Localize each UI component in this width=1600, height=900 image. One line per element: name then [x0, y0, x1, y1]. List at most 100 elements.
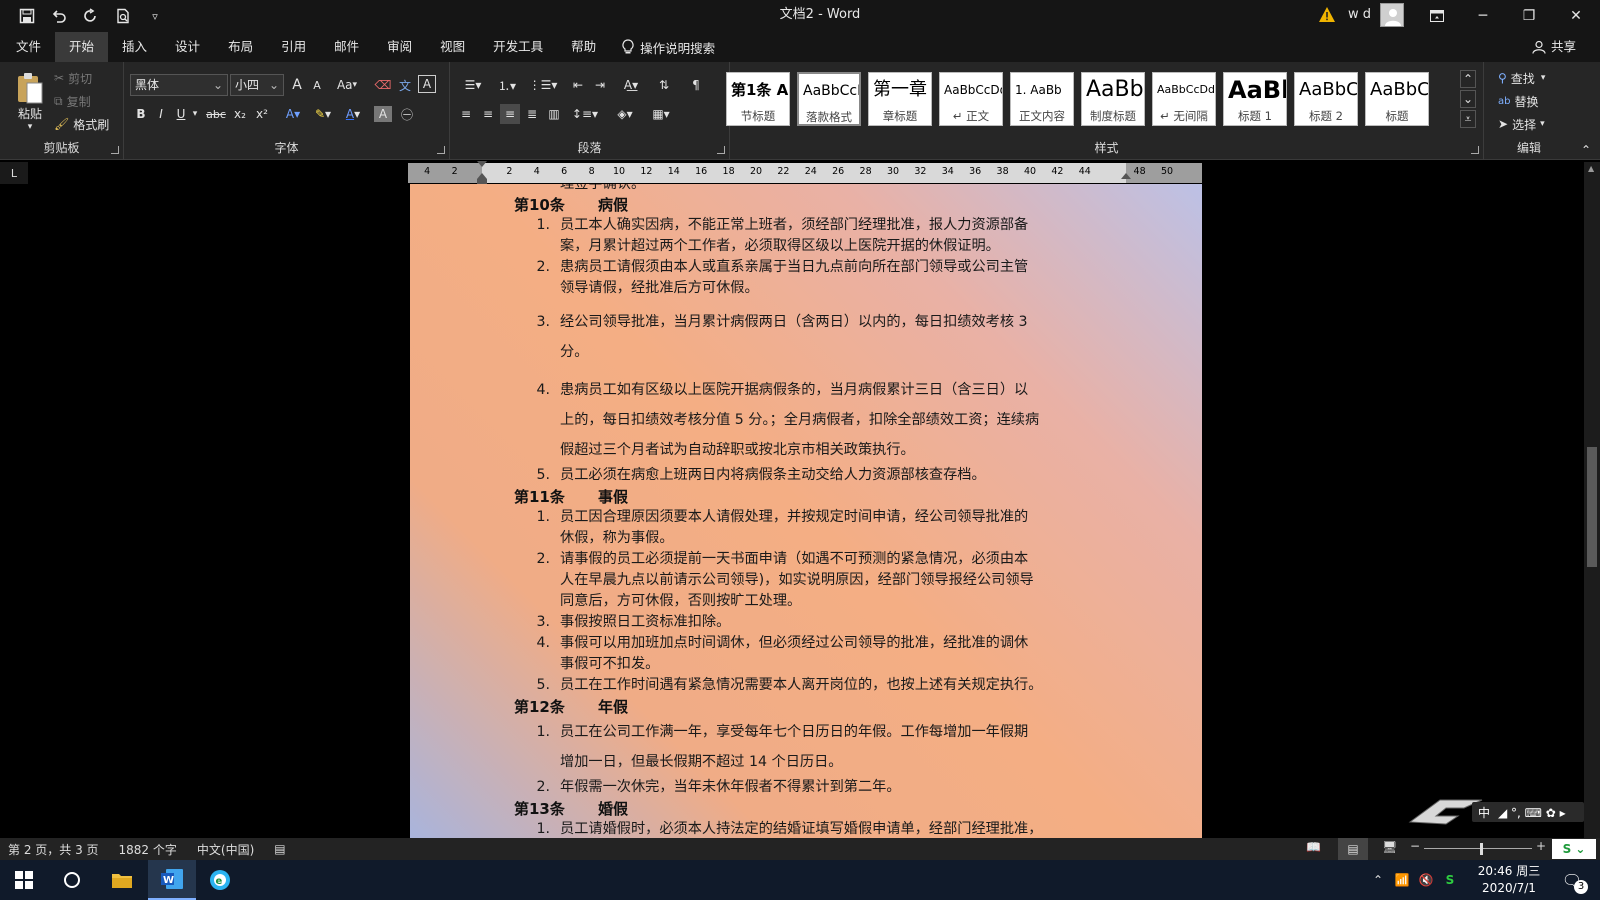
shrink-font-button[interactable]: A [308, 75, 326, 95]
style-item[interactable]: AaBl 标题 1 [1223, 72, 1287, 126]
tab-9[interactable]: 开发工具 [479, 32, 557, 62]
tell-me-search[interactable]: 操作说明搜索 [622, 38, 715, 57]
ribbon-display-options-button[interactable] [1414, 0, 1460, 32]
scroll-up-icon[interactable]: ▲ [1588, 164, 1594, 173]
subscript-button[interactable]: x₂ [230, 104, 250, 124]
clock[interactable]: 20:46 周三 2020/7/1 [1474, 863, 1544, 897]
tab-5[interactable]: 引用 [267, 32, 320, 62]
collapse-ribbon-icon[interactable]: ⌃ [1578, 140, 1594, 160]
start-button[interactable] [0, 860, 48, 900]
indent-marker-icon[interactable] [476, 161, 488, 185]
zoom-in-icon[interactable]: + [1536, 839, 1546, 853]
tab-8[interactable]: 视图 [426, 32, 479, 62]
style-item[interactable]: 1. AaBb 正文内容 [1010, 72, 1074, 126]
share-button[interactable]: 共享 [1532, 32, 1576, 62]
style-item[interactable]: 第1条 A 节标题 [726, 72, 790, 126]
tab-selector[interactable]: L [0, 162, 28, 184]
gallery-more-icon[interactable]: ⩡ [1460, 110, 1476, 128]
select-button[interactable]: ➤ 选择 ▾ [1498, 114, 1545, 134]
read-mode-icon[interactable]: 📖 [1306, 840, 1321, 854]
tab-2[interactable]: 插入 [108, 32, 161, 62]
minimize-button[interactable]: ─ [1460, 0, 1506, 32]
restore-button[interactable]: ❐ [1506, 0, 1552, 32]
redo-icon[interactable] [78, 3, 104, 29]
character-shading-icon[interactable]: A [374, 106, 392, 122]
change-case-button[interactable]: Aa ▾ [332, 75, 362, 95]
line-spacing-icon[interactable]: ↕≡▾ [570, 104, 600, 124]
clear-formatting-icon[interactable]: ⌫ [374, 75, 392, 95]
align-left-icon[interactable]: ≡ [456, 104, 476, 124]
horizontal-ruler[interactable]: 4 2 2 4 6 8 10 12 14 16 18 20 22 24 26 28 30 32 34 36 38 40 42… [408, 161, 1202, 185]
vertical-scrollbar[interactable]: ▲ [1584, 162, 1600, 838]
tray-expand-icon[interactable]: ⌃ [1366, 873, 1390, 887]
italic-button[interactable]: I [152, 104, 170, 124]
tab-7[interactable]: 审阅 [373, 32, 426, 62]
tab-4[interactable]: 布局 [214, 32, 267, 62]
style-item[interactable]: AaBbC 标题 [1365, 72, 1429, 126]
distributed-icon[interactable]: ▥ [544, 104, 564, 124]
grow-font-button[interactable]: A [288, 75, 306, 95]
print-layout-icon[interactable]: ▤ [1338, 838, 1368, 860]
copy-button[interactable]: ⧉ 复制 [54, 91, 91, 111]
styles-launcher-icon[interactable] [1471, 146, 1479, 154]
gallery-down-icon[interactable]: ⌄ [1460, 90, 1476, 108]
style-item[interactable]: 第一章 章标题 [868, 72, 932, 126]
zoom-slider[interactable] [1424, 848, 1532, 849]
decrease-indent-icon[interactable]: ⇤ [568, 75, 588, 95]
browser-taskbar-button[interactable]: e [196, 860, 244, 900]
zoom-out-icon[interactable]: − [1410, 839, 1420, 853]
search-button[interactable] [48, 860, 96, 900]
tab-6[interactable]: 邮件 [320, 32, 373, 62]
align-right-icon[interactable]: ≡ [500, 104, 520, 124]
find-button[interactable]: ⚲ 查找 ▾ [1498, 68, 1545, 88]
style-item[interactable]: AaBb 制度标题 [1081, 72, 1145, 126]
undo-icon[interactable] [46, 3, 72, 29]
save-icon[interactable] [14, 3, 40, 29]
borders-icon[interactable]: ▦▾ [646, 104, 676, 124]
warning-icon[interactable] [1318, 6, 1336, 24]
word-taskbar-button[interactable]: W [148, 860, 196, 900]
document-page[interactable]: 理签字确认。 第10条 病假 1. 员工本人确实因病，不能正常上班者，须经部门经理批准，… [410, 184, 1202, 838]
close-button[interactable]: ✕ [1552, 0, 1600, 32]
chinese-layout-icon[interactable]: A͟▾ [616, 75, 646, 95]
text-effects-icon[interactable]: A▾ [280, 104, 306, 124]
macro-record-icon[interactable]: ▤ [274, 842, 285, 856]
align-center-icon[interactable]: ≡ [478, 104, 498, 124]
shading-icon[interactable]: ◈▾ [610, 104, 640, 124]
scroll-thumb[interactable] [1587, 447, 1597, 567]
font-color-icon[interactable]: A ▾ [340, 104, 366, 124]
page-count[interactable]: 第 2 页，共 3 页 [8, 841, 99, 858]
ime-status-icon[interactable]: S ⌄ [1552, 839, 1596, 859]
strikethrough-button[interactable]: abc [204, 104, 228, 124]
style-item[interactable]: AaBbCcDd ↵ 正文 [939, 72, 1003, 126]
tab-3[interactable]: 设计 [161, 32, 214, 62]
underline-dropdown-icon[interactable]: ▾ [190, 104, 200, 124]
sort-icon[interactable]: ⇅ [654, 75, 674, 95]
user-name[interactable]: w d [1348, 0, 1371, 30]
ime-tray-icon[interactable]: S [1438, 873, 1462, 887]
character-border-icon[interactable]: A [418, 75, 436, 93]
multilevel-list-icon[interactable]: ⋮☰▾ [526, 75, 560, 95]
justify-icon[interactable]: ≣ [522, 104, 542, 124]
font-size-select[interactable]: 小四 ⌄ [230, 74, 284, 96]
increase-indent-icon[interactable]: ⇥ [590, 75, 610, 95]
font-launcher-icon[interactable] [437, 146, 445, 154]
underline-button[interactable]: U [172, 104, 190, 124]
word-count[interactable]: 1882 个字 [119, 841, 177, 858]
avatar[interactable] [1380, 3, 1404, 27]
print-preview-icon[interactable] [110, 3, 136, 29]
highlight-icon[interactable]: ✎ ▾ [310, 104, 336, 124]
cut-button[interactable]: ✂ 剪切 [54, 68, 92, 88]
gallery-up-icon[interactable]: ⌃ [1460, 70, 1476, 88]
show-marks-icon[interactable]: ¶ [686, 75, 706, 95]
volume-muted-icon[interactable]: 🔇 [1414, 873, 1438, 887]
enclose-characters-icon[interactable]: ㊀ [398, 104, 416, 124]
paste-button[interactable]: 粘贴 ▾ [10, 68, 50, 134]
font-name-select[interactable]: 黑体 ⌄ [130, 74, 228, 96]
clipboard-launcher-icon[interactable] [111, 146, 119, 154]
notifications-button[interactable]: 🗨 3 [1552, 860, 1592, 900]
style-item[interactable]: AaBbCcD 落款格式 [797, 72, 861, 126]
numbering-icon[interactable]: ⒈▾ [492, 75, 522, 95]
tab-1[interactable]: 开始 [55, 32, 109, 62]
tab-10[interactable]: 帮助 [557, 32, 610, 62]
